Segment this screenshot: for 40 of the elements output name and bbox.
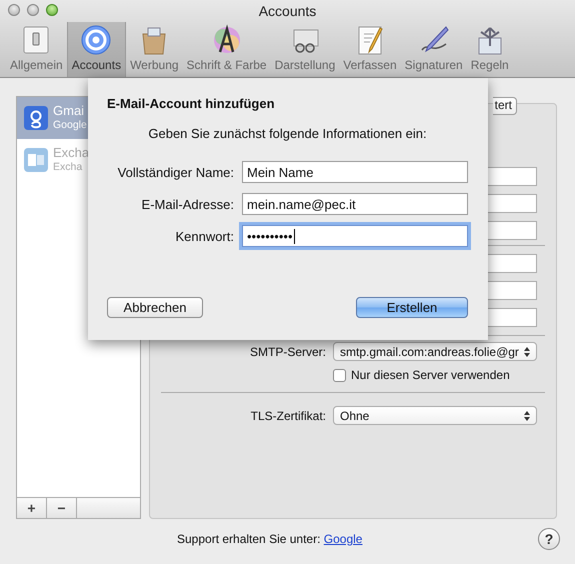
toolbar-item[interactable]: Accounts [66, 22, 126, 77]
input-field[interactable]: •••••••••• [242, 225, 468, 247]
stepper-icon [524, 410, 530, 420]
account-name: Excha [53, 145, 90, 160]
field-label: E-Mail-Adresse: [140, 196, 234, 212]
toolbar-item[interactable]: Darstellung [270, 22, 340, 77]
stepper-icon [524, 346, 530, 356]
list-button[interactable]: + [17, 498, 47, 518]
exchange-icon [23, 147, 49, 173]
close-button[interactable] [8, 4, 20, 16]
toolbar-item[interactable]: Werbung [126, 22, 183, 77]
toolbar-item[interactable]: Schrift & Farbe [182, 22, 271, 77]
checkbox[interactable] [333, 368, 346, 382]
toolbar-icon [80, 24, 112, 56]
tls-certificate-popup[interactable]: Ohne [333, 406, 537, 425]
toolbar-item[interactable]: Signaturen [400, 22, 467, 77]
default-button[interactable]: Erstellen [356, 297, 468, 318]
support-link[interactable]: Google [324, 532, 362, 546]
google-icon [23, 105, 49, 131]
field-label: Vollständiger Name: [116, 164, 234, 180]
dialog-prompt: Geben Sie zunächst folgende Informationen ein: [147, 126, 428, 141]
input-field[interactable]: Mein Name [242, 161, 468, 183]
support-text: Support erhalten Sie unter: Google [177, 532, 362, 546]
account-type: Excha [53, 160, 84, 175]
input-field[interactable]: mein.name@pec.it [242, 193, 468, 215]
cancel-button[interactable]: Abbrechen [107, 297, 203, 318]
tab[interactable]: tert [492, 97, 517, 115]
toolbar-item[interactable]: Verfassen [339, 22, 401, 77]
minimize-button[interactable] [27, 4, 39, 16]
field-label: Kennwort: [174, 228, 234, 244]
list-button[interactable]: − [47, 498, 77, 518]
zoom-button[interactable] [46, 4, 58, 16]
field-label: TLS-Zertifikat: [250, 408, 326, 422]
account-name: Gmai [53, 103, 86, 118]
smtp-server-popup[interactable]: smtp.gmail.com:andreas.folie@gr [333, 342, 537, 361]
help-button[interactable]: ? [538, 528, 560, 550]
checkbox-label: Nur diesen Server verwenden [351, 368, 510, 382]
field-label: SMTP-Server: [248, 344, 326, 358]
window-title: Accounts [258, 2, 316, 19]
account-type: Google [53, 118, 87, 133]
